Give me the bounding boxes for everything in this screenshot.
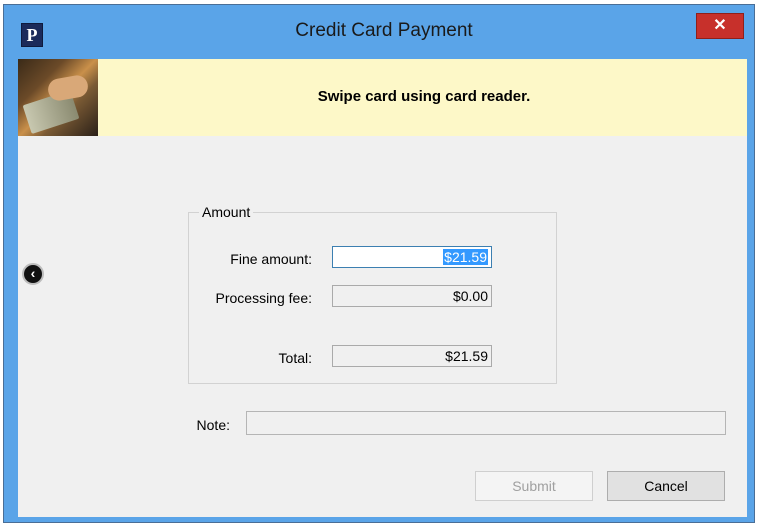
submit-button[interactable]: Submit [475,471,593,501]
total-label: Total: [278,350,312,366]
dialog-body: Swipe card using card reader. ‹ Amount F… [18,59,747,517]
fine-amount-label: Fine amount: [230,251,312,267]
banner-message: Swipe card using card reader. [317,88,531,105]
instruction-banner: Swipe card using card reader. [18,59,747,136]
note-label: Note: [196,417,230,433]
processing-fee-field: $0.00 [332,285,492,307]
cancel-button[interactable]: Cancel [607,471,725,501]
back-arrow-icon[interactable]: ‹ [22,263,44,285]
fine-amount-value: $21.59 [443,249,488,265]
close-button[interactable]: ✕ [696,13,744,39]
title-bar[interactable]: P Credit Card Payment ✕ [4,5,754,60]
note-input[interactable] [246,411,726,435]
processing-fee-label: Processing fee: [215,290,313,306]
total-field: $21.59 [332,345,492,367]
window-title: Credit Card Payment [295,20,473,41]
credit-card-payment-window: P Credit Card Payment ✕ Swipe card using… [3,4,755,523]
amount-group-legend: Amount [199,204,254,220]
fine-amount-field[interactable]: $21.59 [332,246,492,268]
